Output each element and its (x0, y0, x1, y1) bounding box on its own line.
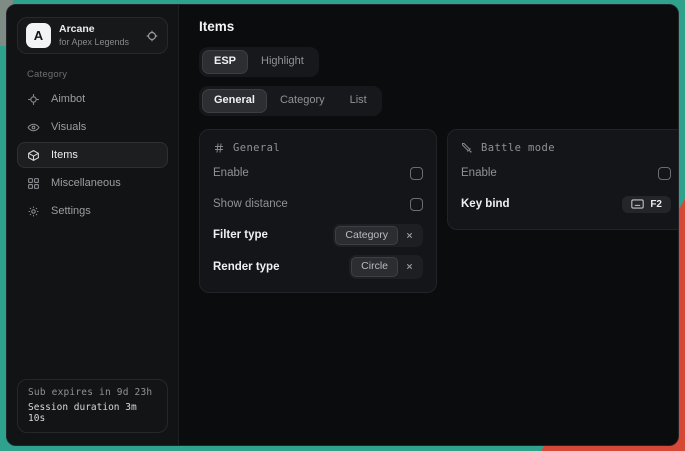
sidebar-item-label: Miscellaneous (51, 177, 121, 189)
subscription-status-card: Sub expires in 9d 23h Session duration 3… (17, 379, 168, 433)
sidebar-item-aimbot[interactable]: Aimbot (17, 86, 168, 112)
sidebar-item-label: Settings (51, 205, 91, 217)
target-icon[interactable] (145, 29, 159, 43)
keybind-value: F2 (650, 199, 662, 210)
panel-general: General Enable Show distance Filter type… (199, 129, 437, 293)
close-icon[interactable] (405, 231, 414, 240)
setting-row-render-type: Render type Circle (213, 255, 423, 279)
panel-general-header: General (213, 142, 423, 154)
setting-label: Show distance (213, 198, 288, 210)
setting-label: Render type (213, 261, 279, 273)
panel-title: Battle mode (481, 142, 555, 154)
sidebar-nav: Aimbot Visuals Items (17, 85, 168, 225)
setting-row-show-distance: Show distance (213, 193, 423, 216)
hash-grid-icon (213, 142, 225, 154)
setting-label: Key bind (461, 198, 510, 210)
sidebar-item-label: Items (51, 149, 78, 161)
box-icon (27, 149, 40, 162)
sub-expiry-text: Sub expires in 9d 23h (28, 387, 157, 398)
sidebar-item-visuals[interactable]: Visuals (17, 114, 168, 140)
setting-row-key-bind: Key bind F2 (461, 193, 671, 216)
app-window: A Arcane for Apex Legends Category (6, 4, 679, 446)
render-type-value[interactable]: Circle (351, 257, 398, 277)
brand-text: Arcane for Apex Legends (59, 23, 129, 47)
setting-row-filter-type: Filter type Category (213, 224, 423, 248)
panels-row: General Enable Show distance Filter type… (199, 129, 679, 293)
sidebar-item-label: Visuals (51, 121, 86, 133)
enable-checkbox[interactable] (410, 167, 423, 180)
view-tabbar: General Category List (199, 86, 382, 116)
sidebar-section-label: Category (27, 69, 168, 80)
tab-general[interactable]: General (202, 89, 267, 113)
filter-type-value[interactable]: Category (335, 226, 398, 246)
show-distance-checkbox[interactable] (410, 198, 423, 211)
keyboard-icon (631, 199, 644, 209)
battle-enable-checkbox[interactable] (658, 167, 671, 180)
brand-name: Arcane (59, 23, 129, 36)
eye-icon (27, 121, 40, 134)
page-title: Items (199, 19, 679, 34)
session-duration-text: Session duration 3m 10s (28, 402, 157, 424)
setting-label: Enable (461, 167, 497, 179)
mode-tabbar: ESP Highlight (199, 47, 319, 77)
setting-label: Filter type (213, 229, 268, 241)
tab-list[interactable]: List (338, 89, 379, 113)
tab-category[interactable]: Category (268, 89, 337, 113)
tab-highlight[interactable]: Highlight (249, 50, 316, 74)
sidebar-item-label: Aimbot (51, 93, 85, 105)
sidebar-item-miscellaneous[interactable]: Miscellaneous (17, 170, 168, 196)
setting-label: Enable (213, 167, 249, 179)
sidebar-item-settings[interactable]: Settings (17, 198, 168, 224)
brand-logo: A (26, 23, 51, 48)
close-icon[interactable] (405, 262, 414, 271)
setting-row-enable: Enable (461, 162, 671, 185)
panel-battle-header: Battle mode (461, 142, 671, 154)
panel-battle-mode: Battle mode Enable Key bind (447, 129, 679, 230)
setting-row-enable: Enable (213, 162, 423, 185)
filter-type-select[interactable]: Category (333, 224, 423, 248)
brand-card: A Arcane for Apex Legends (17, 17, 168, 54)
keybind-button[interactable]: F2 (622, 196, 671, 213)
tab-esp[interactable]: ESP (202, 50, 248, 74)
grid-icon (27, 177, 40, 190)
brand-subtitle: for Apex Legends (59, 37, 129, 48)
render-type-select[interactable]: Circle (349, 255, 423, 279)
crosshair-icon (27, 93, 40, 106)
panel-title: General (233, 142, 280, 154)
gear-icon (27, 205, 40, 218)
main-content: Items ESP Highlight General Category Lis… (179, 5, 679, 445)
sidebar: A Arcane for Apex Legends Category (7, 5, 179, 445)
sidebar-item-items[interactable]: Items (17, 142, 168, 168)
sword-icon (461, 142, 473, 154)
